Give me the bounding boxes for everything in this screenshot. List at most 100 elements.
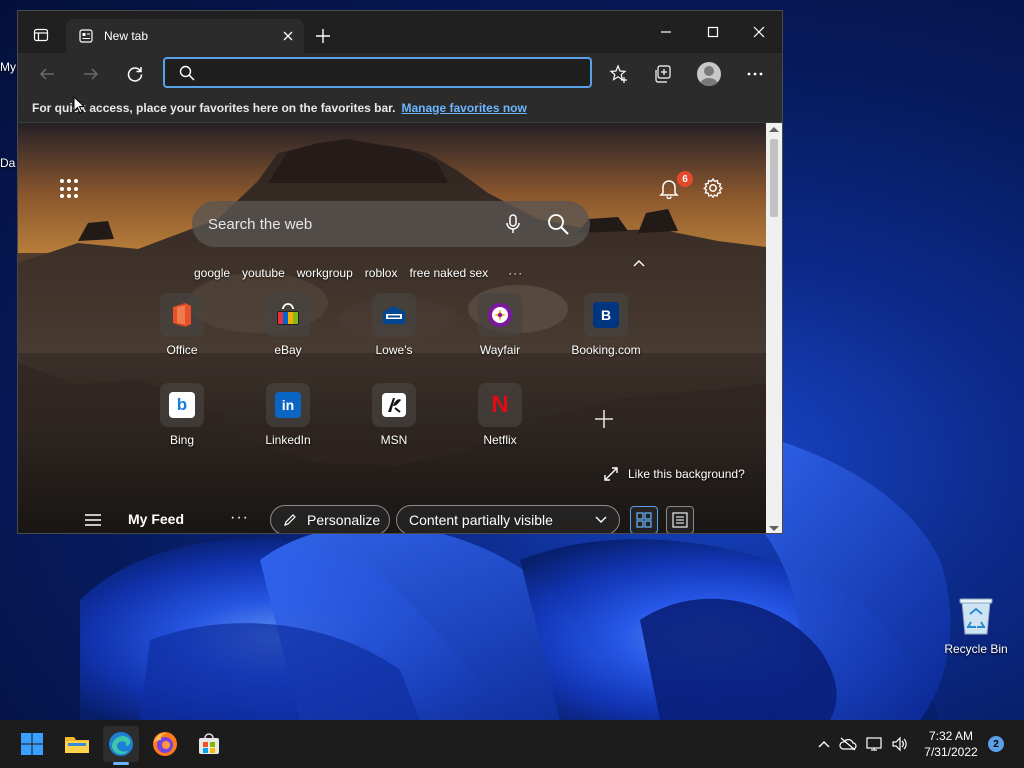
lowes-icon	[372, 293, 416, 337]
avatar	[697, 62, 721, 86]
quick-link-msn[interactable]: MSN	[366, 383, 422, 447]
booking-icon: B	[584, 293, 628, 337]
netflix-icon: N	[478, 383, 522, 427]
expand-icon	[604, 467, 618, 481]
firefox-taskbar-button[interactable]	[147, 726, 183, 762]
close-icon	[283, 31, 293, 41]
forward-button[interactable]	[76, 59, 106, 89]
firefox-icon	[153, 732, 177, 756]
search-input[interactable]	[208, 215, 488, 233]
minimize-button[interactable]	[644, 17, 688, 47]
my-feed-title[interactable]: My Feed	[128, 511, 184, 527]
new-tab-button[interactable]	[310, 23, 336, 49]
quick-link-label: MSN	[380, 433, 408, 447]
quick-link-bing[interactable]: b Bing	[154, 383, 210, 447]
grid-layout-button[interactable]	[630, 506, 658, 533]
desktop-icon-label-partial[interactable]: Da	[0, 156, 15, 170]
trending-more-button[interactable]: ···	[508, 266, 523, 282]
taskbar-clock[interactable]: 7:32 AM 7/31/2022	[918, 728, 984, 760]
scroll-up-arrow[interactable]	[769, 127, 779, 132]
booking-glyph: B	[593, 302, 619, 328]
list-layout-button[interactable]	[666, 506, 694, 533]
trending-link[interactable]: google	[194, 266, 230, 282]
volume-tray-button[interactable]	[890, 734, 910, 754]
trending-link[interactable]: youtube	[242, 266, 285, 282]
quick-link-booking[interactable]: B Booking.com	[571, 293, 641, 357]
desktop-icon-label-partial[interactable]: My	[0, 60, 16, 74]
network-tray-button[interactable]	[865, 734, 885, 754]
settings-and-more-button[interactable]	[740, 59, 770, 89]
close-tab-button[interactable]	[280, 28, 296, 44]
scroll-down-arrow[interactable]	[769, 526, 779, 531]
title-bar[interactable]: New tab	[18, 11, 782, 53]
address-bar[interactable]	[163, 57, 592, 88]
edge-icon	[109, 732, 133, 756]
profile-button[interactable]	[694, 59, 724, 89]
favorites-bar-message: For quick access, place your favorites h…	[32, 100, 396, 115]
bing-icon: b	[160, 383, 204, 427]
gear-icon[interactable]	[702, 177, 724, 199]
ebay-icon	[266, 293, 310, 337]
folder-icon	[65, 737, 89, 753]
bing-glyph: b	[169, 392, 195, 418]
tab-new-tab[interactable]: New tab	[66, 19, 304, 53]
feed-toolbar: My Feed ··· Personalize Content partiall…	[84, 503, 704, 533]
quick-link-lowes[interactable]: Lowe's	[366, 293, 422, 357]
start-button[interactable]	[14, 726, 50, 762]
feed-more-button[interactable]: ···	[230, 509, 249, 527]
clock-date: 7/31/2022	[924, 745, 978, 759]
recycle-bin[interactable]: Recycle Bin	[940, 596, 1012, 656]
maximize-button[interactable]	[691, 17, 735, 47]
notification-center-badge[interactable]: 2	[988, 736, 1004, 752]
quick-link-wayfair[interactable]: Wayfair	[472, 293, 528, 357]
page-scrollbar[interactable]	[766, 123, 782, 533]
add-favorites-button[interactable]	[604, 59, 634, 89]
quick-link-ebay[interactable]: eBay	[260, 293, 316, 357]
arrow-right-icon	[84, 68, 99, 80]
content-visibility-dropdown[interactable]: Content partially visible	[396, 505, 620, 533]
personalize-label: Personalize	[307, 512, 381, 528]
onedrive-tray-button[interactable]	[838, 734, 858, 754]
more-horizontal-icon	[747, 72, 763, 76]
quick-link-office[interactable]: Office	[154, 293, 210, 357]
search-icon[interactable]	[546, 212, 570, 236]
quick-link-netflix[interactable]: N Netflix	[472, 383, 528, 447]
quick-link-linkedin[interactable]: in LinkedIn	[260, 383, 316, 447]
arrow-left-icon	[39, 68, 54, 80]
chevron-up-icon[interactable]	[632, 257, 646, 271]
trending-link[interactable]: roblox	[365, 266, 398, 282]
trending-link[interactable]: workgroup	[297, 266, 353, 282]
tab-actions-button[interactable]	[26, 21, 56, 49]
favorites-bar: For quick access, place your favorites h…	[18, 93, 782, 123]
store-taskbar-button[interactable]	[191, 726, 227, 762]
minimize-icon	[661, 31, 671, 33]
web-search-box[interactable]	[192, 201, 590, 247]
add-quick-link-plus-icon[interactable]	[592, 407, 616, 431]
personalize-button[interactable]: Personalize	[270, 505, 390, 533]
address-input[interactable]	[205, 65, 565, 80]
file-explorer-button[interactable]	[59, 726, 95, 762]
close-window-button[interactable]	[737, 17, 781, 47]
recycle-bin-icon	[958, 596, 994, 636]
close-icon	[753, 26, 765, 38]
edge-taskbar-button[interactable]	[103, 726, 139, 762]
back-button[interactable]	[32, 59, 62, 89]
trending-link[interactable]: free naked sex	[409, 266, 488, 282]
collections-button[interactable]	[648, 59, 678, 89]
quick-link-label: LinkedIn	[265, 433, 311, 447]
scroll-thumb[interactable]	[770, 139, 778, 217]
like-background-button[interactable]: Like this background?	[604, 467, 745, 481]
search-icon	[179, 65, 195, 81]
quick-link-label: Bing	[169, 433, 195, 447]
trending-searches: google youtube workgroup roblox free nak…	[194, 266, 535, 282]
refresh-button[interactable]	[120, 59, 150, 89]
manage-favorites-link[interactable]: Manage favorites now	[401, 101, 526, 115]
msn-icon	[372, 383, 416, 427]
microphone-icon[interactable]	[502, 213, 524, 235]
linkedin-glyph: in	[275, 392, 301, 418]
chevron-up-icon	[818, 741, 830, 748]
hamburger-menu-icon[interactable]	[84, 513, 102, 527]
show-hidden-icons-button[interactable]	[814, 734, 834, 754]
chevron-down-icon	[595, 516, 607, 523]
app-launcher-icon[interactable]	[60, 179, 80, 199]
